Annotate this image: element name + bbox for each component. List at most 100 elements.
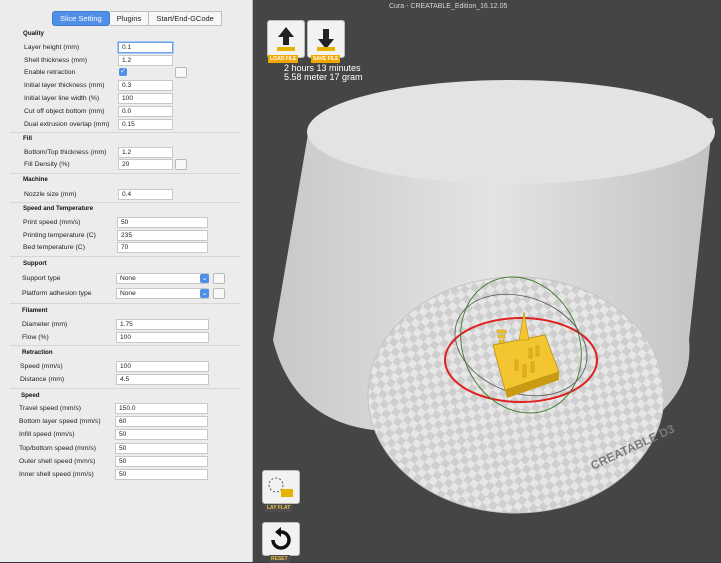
shell-thickness-input[interactable]: 1.2 [118,55,173,66]
divider [10,173,240,174]
printing-temperature-label: Printing temperature (C) [23,232,96,239]
support-settings-button[interactable] [213,273,225,284]
bed-temperature-input[interactable]: 70 [117,242,208,253]
top-bottom-speed-label: Top/bottom speed (mm/s) [19,445,97,452]
load-file-button[interactable] [267,20,305,58]
row-print-speed: Print speed (mm/s) 50 [23,217,243,228]
row-layer-height: Layer height (mm) 0.1 [24,42,244,53]
infill-speed-input[interactable]: 50 [115,429,208,440]
tab-slice-setting[interactable]: Slice Setting [52,11,110,26]
section-quality: Quality [23,30,44,37]
divider [10,132,240,133]
retraction-settings-button[interactable] [175,67,187,78]
chevron-down-icon[interactable]: ⌄ [200,274,209,283]
row-diameter: Diameter (mm) 1.75 [22,319,242,330]
download-icon [317,29,335,51]
nozzle-size-label: Nozzle size (mm) [24,191,77,198]
flow-input[interactable]: 100 [116,332,209,343]
section-support: Support [23,260,47,267]
platform-adhesion-select[interactable]: None [116,288,209,299]
inner-shell-speed-label: Inner shell speed (mm/s) [19,471,94,478]
layer-height-label: Layer height (mm) [24,44,80,51]
row-nozzle-size: Nozzle size (mm) 0.4 [24,189,244,200]
row-dual-extrusion-overlap: Dual extrusion overlap (mm) 0.15 [24,119,244,130]
support-type-select[interactable]: None [116,273,209,284]
infill-speed-label: Infill speed (mm/s) [19,431,75,438]
window-title: Cura - CREATABLE_Edition_16.12.05 [389,3,508,10]
inner-shell-speed-input[interactable]: 50 [115,469,208,480]
row-bottom-top-thickness: Bottom/Top thickness (mm) 1.2 [24,147,244,158]
print-bed [367,276,665,514]
enable-retraction-checkbox[interactable]: ✓ [119,68,127,76]
diameter-label: Diameter (mm) [22,321,68,328]
3d-viewport[interactable]: CREATABLE D3 LOAD FILE SAVE FILE 2 hours… [253,0,721,563]
lay-flat-button[interactable] [262,470,300,504]
retraction-distance-input[interactable]: 4.5 [116,374,209,385]
upload-icon [277,27,295,51]
build-volume-top [307,80,715,184]
dual-extrusion-overlap-input[interactable]: 0.15 [118,119,173,130]
shell-thickness-label: Shell thickness (mm) [24,57,88,64]
fill-settings-button[interactable] [175,159,187,170]
divider [10,202,240,203]
platform-adhesion-label: Platform adhesion type [22,290,92,297]
nozzle-size-input[interactable]: 0.4 [118,189,173,200]
row-shell-thickness: Shell thickness (mm) 1.2 [24,55,244,66]
save-file-button[interactable] [307,20,345,58]
bottom-layer-speed-input[interactable]: 60 [115,416,208,427]
retraction-distance-label: Distance (mm) [20,376,65,383]
cut-off-bottom-label: Cut off object bottom (mm) [24,108,105,115]
row-travel-speed: Travel speed (mm/s) 150.0 [19,403,239,414]
print-speed-label: Print speed (mm/s) [23,219,81,226]
settings-tabs: Slice Setting Plugins Start/End-GCode [52,11,222,26]
print-material: 5.58 meter 17 gram [284,72,363,82]
initial-layer-thickness-input[interactable]: 0.3 [118,80,173,91]
fill-density-input[interactable]: 20 [118,159,173,170]
travel-speed-input[interactable]: 150.0 [115,403,208,414]
row-initial-layer-thickness: Initial layer thickness (mm) 0.3 [24,80,244,91]
section-retraction: Retraction [22,349,53,356]
section-machine: Machine [23,176,48,183]
row-enable-retraction: Enable retraction ✓ [24,67,244,78]
initial-line-width-label: Initial layer line width (%) [24,95,100,102]
outer-shell-speed-input[interactable]: 50 [115,456,208,467]
bottom-top-thickness-input[interactable]: 1.2 [118,147,173,158]
settings-panel: Slice Setting Plugins Start/End-GCode Qu… [0,0,253,562]
initial-layer-thickness-label: Initial layer thickness (mm) [24,82,105,89]
section-fill: Fill [23,135,32,142]
reset-icon [271,527,291,550]
divider [10,256,240,257]
print-speed-input[interactable]: 50 [117,217,208,228]
layer-height-input[interactable]: 0.1 [118,42,173,53]
tab-plugins[interactable]: Plugins [109,11,150,26]
row-bottom-layer-speed: Bottom layer speed (mm/s) 60 [19,416,239,427]
lay-flat-icon [268,477,293,497]
top-bottom-speed-input[interactable]: 50 [115,443,208,454]
diameter-input[interactable]: 1.75 [116,319,209,330]
row-cut-off-bottom: Cut off object bottom (mm) 0.0 [24,106,244,117]
initial-line-width-input[interactable]: 100 [118,93,173,104]
bottom-layer-speed-label: Bottom layer speed (mm/s) [19,418,101,425]
row-infill-speed: Infill speed (mm/s) 50 [19,429,239,440]
lay-flat-label: LAY FLAT [265,504,293,512]
row-printing-temperature: Printing temperature (C) 235 [23,230,243,241]
section-filament: Filament [22,307,48,314]
chevron-down-icon[interactable]: ⌄ [200,289,209,298]
section-speed: Speed [21,392,40,399]
dual-extrusion-overlap-label: Dual extrusion overlap (mm) [24,121,110,128]
retraction-speed-input[interactable]: 100 [116,361,209,372]
divider [10,388,240,389]
outer-shell-speed-label: Outer shell speed (mm/s) [19,458,96,465]
divider [10,303,240,304]
cut-off-bottom-input[interactable]: 0.0 [118,106,173,117]
travel-speed-label: Travel speed (mm/s) [19,405,82,412]
tab-start-end-gcode[interactable]: Start/End-GCode [149,11,222,26]
build-volume-scene: CREATABLE D3 [273,80,715,514]
fill-density-label: Fill Density (%) [24,161,70,168]
adhesion-settings-button[interactable] [213,288,225,299]
row-bed-temperature: Bed temperature (C) 70 [23,242,243,253]
printing-temperature-input[interactable]: 235 [117,230,208,241]
row-top-bottom-speed: Top/bottom speed (mm/s) 50 [19,443,239,454]
reset-button[interactable] [262,522,300,556]
enable-retraction-label: Enable retraction [24,69,76,76]
